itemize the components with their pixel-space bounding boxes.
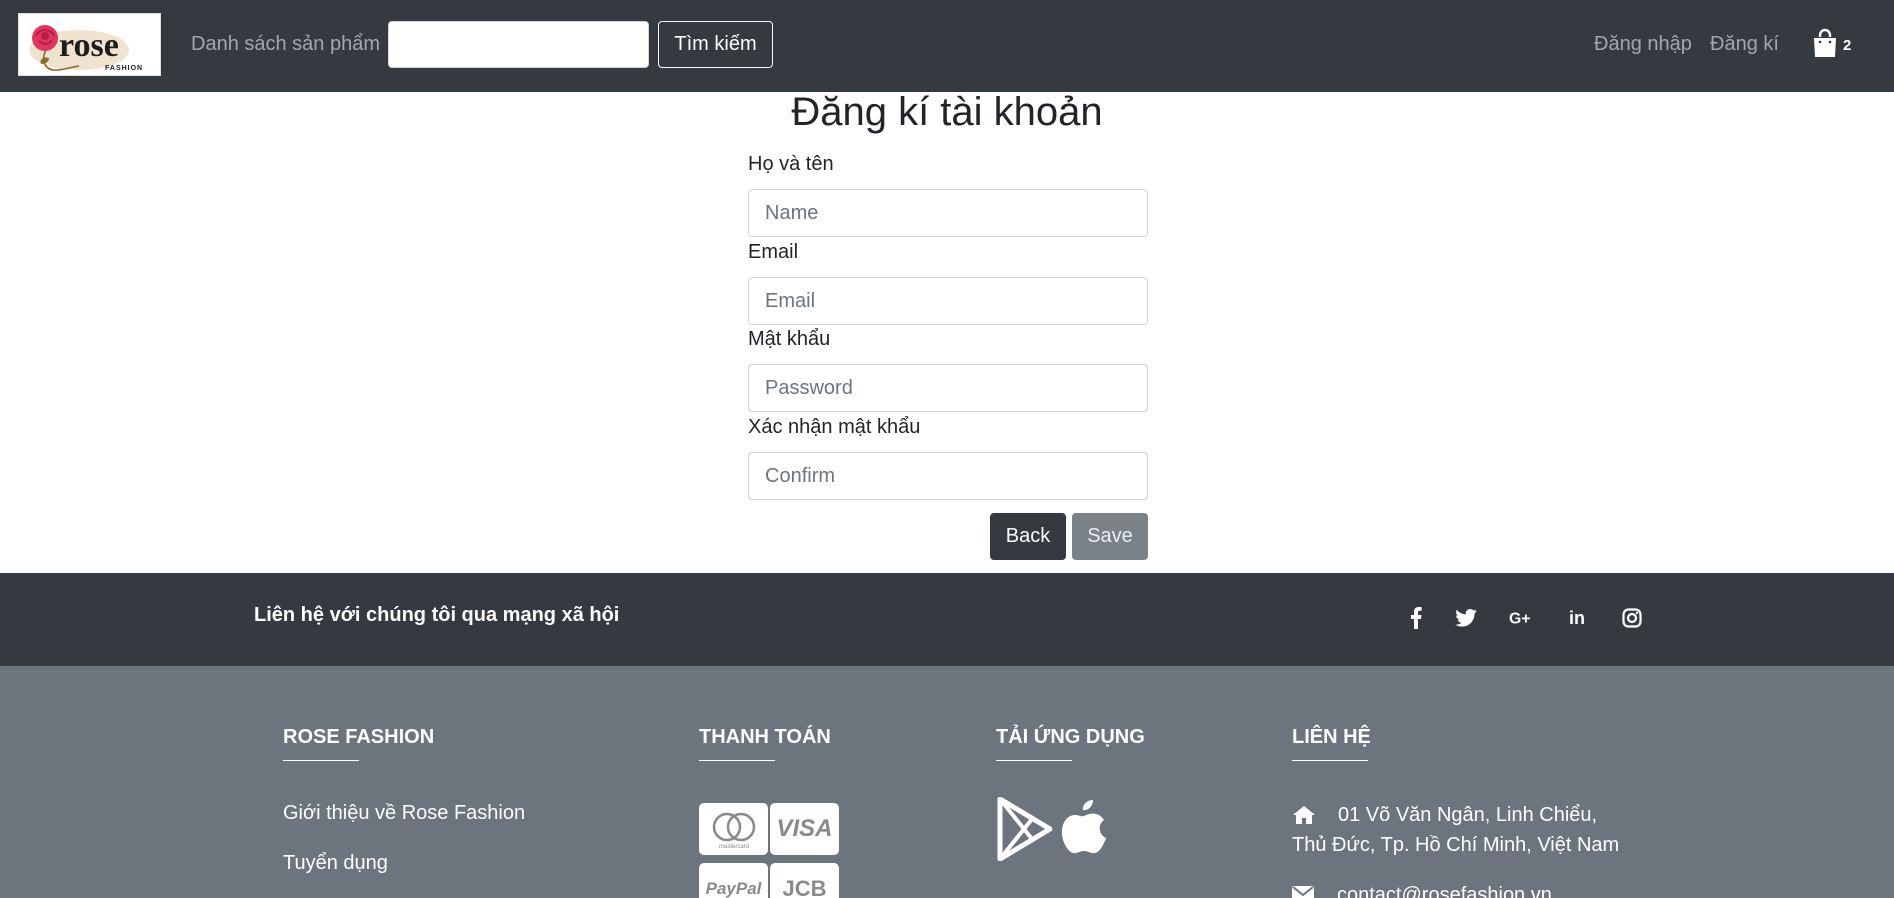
footer: ROSE FASHION Giới thiệu về Rose Fashion … bbox=[0, 666, 1894, 898]
login-link[interactable]: Đăng nhập bbox=[1594, 33, 1692, 56]
name-label: Họ và tên bbox=[748, 153, 834, 175]
svg-text:G+: G+ bbox=[1509, 611, 1530, 627]
jcb-icon: JCB bbox=[770, 863, 839, 898]
register-link[interactable]: Đăng kí bbox=[1710, 33, 1779, 56]
confirm-password-field[interactable] bbox=[748, 452, 1148, 500]
name-field[interactable] bbox=[748, 189, 1148, 237]
password-field[interactable] bbox=[748, 364, 1148, 412]
google-play-icon[interactable] bbox=[996, 796, 1054, 862]
save-button[interactable]: Save bbox=[1072, 513, 1148, 560]
svg-text:rose: rose bbox=[59, 27, 119, 64]
linkedin-icon[interactable]: in bbox=[1566, 605, 1592, 631]
svg-text:mastercard: mastercard bbox=[718, 844, 748, 850]
envelope-icon bbox=[1292, 886, 1314, 898]
nav-products-link[interactable]: Danh sách sản phẩm bbox=[191, 33, 380, 56]
footer-divider bbox=[283, 760, 359, 761]
page-title: Đăng kí tài khoản bbox=[791, 90, 1103, 134]
facebook-icon[interactable] bbox=[1403, 605, 1429, 631]
contact-address-line1: 01 Võ Văn Ngân, Linh Chiểu, bbox=[1338, 804, 1598, 826]
social-heading: Liên hệ với chúng tôi qua mạng xã hội bbox=[254, 604, 620, 626]
footer-heading-download-app: TẢI ỨNG DỤNG bbox=[996, 726, 1145, 748]
shopping-bag-icon bbox=[1814, 28, 1836, 57]
svg-text:in: in bbox=[1569, 608, 1585, 628]
footer-link-careers[interactable]: Tuyển dụng bbox=[283, 852, 388, 875]
mastercard-icon: mastercard bbox=[699, 803, 768, 855]
footer-divider bbox=[996, 760, 1072, 761]
footer-divider bbox=[1292, 760, 1368, 761]
search-input[interactable] bbox=[388, 21, 649, 68]
paypal-icon: PayPal bbox=[699, 863, 768, 898]
back-button[interactable]: Back bbox=[990, 513, 1066, 560]
email-label: Email bbox=[748, 241, 799, 263]
password-label: Mật khẩu bbox=[748, 328, 831, 350]
apple-icon[interactable] bbox=[1060, 796, 1108, 856]
contact-address-line2: Thủ Đức, Tp. Hồ Chí Minh, Việt Nam bbox=[1292, 834, 1620, 856]
cart-count-badge: 2 bbox=[1843, 37, 1852, 54]
footer-heading-contact: LIÊN HỆ bbox=[1292, 726, 1371, 748]
instagram-icon[interactable] bbox=[1619, 605, 1645, 631]
footer-heading-payment: THANH TOÁN bbox=[699, 726, 831, 748]
contact-email[interactable]: contact@rosefashion.vn bbox=[1337, 880, 1552, 898]
visa-icon: VISA bbox=[770, 803, 839, 855]
footer-heading-rose-fashion: ROSE FASHION bbox=[283, 726, 435, 748]
search-button[interactable]: Tìm kiếm bbox=[658, 21, 773, 68]
footer-divider bbox=[699, 760, 775, 761]
email-field[interactable] bbox=[748, 277, 1148, 325]
brand-logo[interactable]: rose FASHION bbox=[18, 13, 161, 76]
social-bar: Liên hệ với chúng tôi qua mạng xã hội G+… bbox=[0, 573, 1894, 666]
google-plus-icon[interactable]: G+ bbox=[1509, 605, 1535, 631]
svg-text:FASHION: FASHION bbox=[105, 65, 143, 72]
confirm-password-label: Xác nhận mật khẩu bbox=[748, 416, 921, 438]
rose-logo-icon: rose FASHION bbox=[29, 25, 143, 72]
footer-link-about[interactable]: Giới thiệu về Rose Fashion bbox=[283, 802, 525, 825]
navbar: rose FASHION Danh sách sản phẩm Tìm kiếm… bbox=[0, 0, 1894, 92]
twitter-icon[interactable] bbox=[1453, 605, 1479, 631]
